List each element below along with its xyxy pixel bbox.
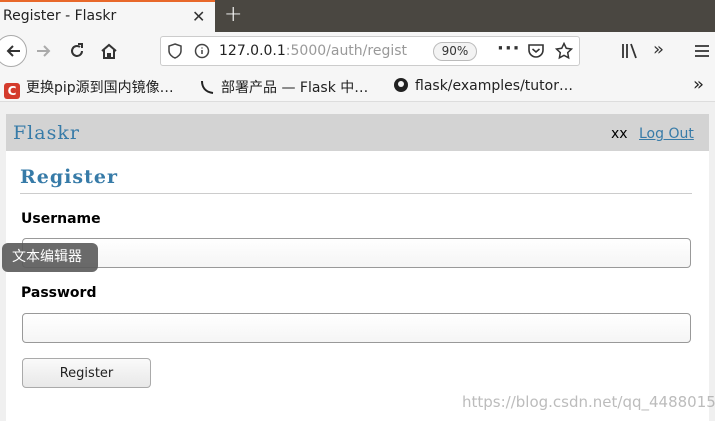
info-icon[interactable]: [194, 43, 210, 59]
url-path: :5000/auth/regist: [285, 43, 408, 59]
library-icon[interactable]: [620, 42, 640, 60]
menu-icon[interactable]: [693, 42, 711, 60]
logout-link[interactable]: Log Out: [639, 126, 694, 142]
new-tab-icon[interactable]: +: [224, 2, 242, 27]
bookmark-label: flask/examples/tutor…: [415, 78, 573, 94]
pocket-icon[interactable]: [527, 42, 545, 60]
github-icon: [394, 78, 408, 92]
bookmark-item[interactable]: flask/examples/tutor…: [393, 77, 573, 94]
page-title: Register: [20, 166, 118, 188]
back-arrow-icon: [6, 45, 20, 57]
shield-icon[interactable]: [167, 43, 183, 59]
forward-arrow-icon[interactable]: [34, 41, 54, 61]
watermark: https://blog.csdn.net/qq_44880154: [462, 393, 715, 411]
overflow-chevron-icon[interactable]: »: [653, 39, 664, 60]
bookmark-star-icon[interactable]: [555, 42, 573, 60]
nav-bar: 127.0.0.1:5000/auth/regist 90% ··· »: [0, 32, 715, 70]
site-brand[interactable]: Flaskr: [13, 122, 80, 144]
password-label: Password: [21, 285, 97, 301]
page-content: Flaskr xx Log Out Register Username Pass…: [6, 114, 709, 421]
page-actions-icon[interactable]: ···: [497, 38, 521, 59]
bookmark-item[interactable]: C 更换pip源到国内镜像…: [4, 77, 174, 99]
close-icon[interactable]: ✕: [192, 7, 205, 26]
csdn-icon: C: [4, 83, 20, 99]
url-text[interactable]: 127.0.0.1:5000/auth/regist: [219, 43, 407, 59]
register-button[interactable]: Register: [22, 358, 151, 388]
tab-title: Register - Flaskr: [3, 8, 117, 24]
tab-strip: Register - Flaskr ✕ +: [0, 0, 715, 32]
bookmark-label: 更换pip源到国内镜像…: [26, 80, 174, 96]
bookmark-label: 部署产品 — Flask 中…: [221, 80, 369, 96]
bookmarks-bar: C 更换pip源到国内镜像… 部署产品 — Flask 中… flask/exam…: [0, 70, 715, 102]
back-button[interactable]: [0, 35, 27, 67]
home-icon[interactable]: [99, 41, 119, 61]
title-divider: [20, 193, 692, 194]
bookmark-item[interactable]: 部署产品 — Flask 中…: [199, 77, 368, 97]
username-label: Username: [21, 211, 101, 227]
username-input[interactable]: [22, 238, 691, 268]
current-user: xx: [611, 126, 628, 142]
tooltip: 文本编辑器: [2, 243, 98, 272]
bookmarks-overflow-icon[interactable]: »: [693, 74, 704, 95]
zoom-badge[interactable]: 90%: [433, 42, 477, 61]
url-host: 127.0.0.1: [219, 43, 286, 59]
tab-register[interactable]: Register - Flaskr ✕: [0, 0, 215, 32]
reload-icon[interactable]: [67, 41, 87, 61]
password-input[interactable]: [22, 313, 691, 343]
flask-horn-icon: [201, 80, 214, 94]
site-header: Flaskr xx Log Out: [6, 114, 709, 151]
